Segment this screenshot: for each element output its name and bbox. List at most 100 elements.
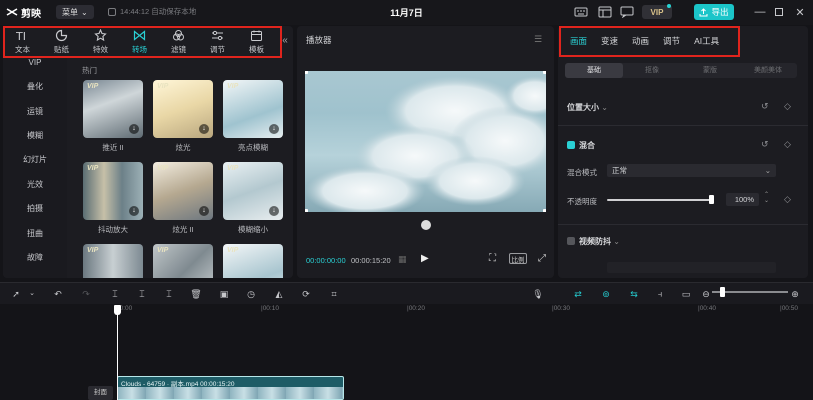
property-subtab[interactable]: 基础 [565, 63, 623, 78]
transition-thumbnail[interactable]: VIP ↓ [83, 80, 143, 138]
opacity-slider-handle[interactable] [709, 195, 714, 204]
tab-sticker[interactable]: 贴纸 [42, 26, 81, 58]
linkage-icon[interactable]: ⇆ [626, 288, 642, 300]
download-icon[interactable]: ↓ [269, 206, 279, 216]
feedback-icon[interactable] [620, 6, 634, 19]
download-icon[interactable]: ↓ [199, 124, 209, 134]
transition-thumbnail[interactable]: VIP ↓ [153, 162, 213, 220]
opacity-input[interactable]: 100% [726, 193, 759, 206]
download-icon[interactable]: ↓ [269, 124, 279, 134]
category-item[interactable]: VIP [3, 58, 67, 67]
split-right-icon[interactable]: ⌶ [163, 288, 175, 300]
fullscreen-icon[interactable]: ⤢ [538, 253, 546, 264]
mirror-icon[interactable]: ◭ [273, 288, 285, 300]
keyframe-icon[interactable]: ◇ [784, 101, 791, 112]
property-tab[interactable]: 变速 [594, 26, 625, 56]
shortcut-icon[interactable] [574, 6, 588, 18]
property-subtab[interactable]: 蒙版 [681, 63, 739, 78]
stabilize-select[interactable] [607, 262, 776, 273]
download-icon[interactable]: ↓ [129, 206, 139, 216]
split-preview-icon[interactable]: ⫞ [654, 288, 666, 300]
blend-checkbox[interactable] [567, 141, 575, 149]
menu-icon[interactable]: ☰ [534, 34, 542, 45]
crop-icon[interactable]: ⌗ [328, 288, 340, 300]
close-button[interactable]: ✕ [792, 4, 808, 20]
transition-thumbnail[interactable]: VIP ↓ [83, 162, 143, 220]
chevron-down-icon[interactable]: ⌄ [26, 288, 38, 300]
split-icon[interactable]: ⌶ [109, 288, 121, 300]
category-item[interactable]: 幻灯片 [3, 154, 67, 165]
microphone-icon[interactable]: 🎙 [532, 288, 544, 300]
transition-thumbnail[interactable]: VIP ↓ [223, 162, 283, 220]
reset-icon[interactable]: ↺ [761, 101, 769, 112]
blend-mode-select[interactable]: 正常 ⌄ [607, 164, 776, 177]
playhead[interactable] [117, 305, 118, 400]
stabilize-checkbox[interactable] [567, 237, 575, 245]
stabilize-title[interactable]: 视频防抖 ⌄ [579, 236, 620, 247]
transition-thumbnail[interactable]: VIP ↓ [223, 80, 283, 138]
maximize-button[interactable] [771, 4, 787, 20]
link-main-track-icon[interactable]: ⇄ [570, 288, 586, 300]
category-item[interactable]: 拍摄 [3, 203, 67, 214]
property-tab[interactable]: 动画 [625, 26, 656, 56]
ratio-button[interactable]: 比例 [509, 253, 527, 264]
layout-icon[interactable] [598, 6, 612, 18]
freeze-icon[interactable]: ▣ [218, 288, 230, 300]
tab-template[interactable]: 模板 [237, 26, 276, 58]
category-item[interactable]: 故障 [3, 252, 67, 263]
resize-handle[interactable] [543, 71, 546, 74]
resize-handle[interactable] [543, 209, 546, 212]
category-item[interactable]: 运镜 [3, 106, 67, 117]
select-tool-icon[interactable]: ➚ [10, 288, 22, 300]
zoom-in-icon[interactable]: ⊕ [789, 288, 801, 300]
transition-thumbnail[interactable]: VIP ↓ [153, 80, 213, 138]
category-item[interactable]: 叠化 [3, 81, 67, 92]
minimize-button[interactable]: — [752, 4, 768, 20]
keyframe-icon[interactable]: ◇ [784, 194, 791, 205]
property-subtab[interactable]: 美颜美体 [739, 63, 797, 78]
undo-icon[interactable]: ↶ [52, 288, 64, 300]
property-tab[interactable]: 画面 [563, 26, 594, 56]
transition-thumbnail[interactable]: VIP [223, 244, 283, 278]
play-button[interactable]: ▶ [421, 253, 429, 264]
reverse-icon[interactable]: ◷ [245, 288, 257, 300]
rotate-handle[interactable] [421, 220, 431, 230]
zoom-out-icon[interactable]: ⊖ [700, 288, 712, 300]
fit-icon[interactable]: ⛶ [489, 253, 496, 264]
property-tab[interactable]: 调节 [656, 26, 687, 56]
magnet-icon[interactable]: ⊚ [598, 288, 614, 300]
opacity-slider[interactable] [607, 199, 711, 201]
cover-button[interactable]: 封面 [88, 386, 113, 400]
transition-thumbnail[interactable]: VIP [83, 244, 143, 278]
resize-handle[interactable] [305, 71, 308, 74]
opacity-stepper[interactable]: ⌃ ⌄ [764, 192, 769, 204]
split-left-icon[interactable]: ⌶ [136, 288, 148, 300]
grid-icon[interactable]: ▦ [398, 254, 407, 265]
delete-icon[interactable]: 🗑 [190, 288, 202, 300]
reset-icon[interactable]: ↺ [761, 139, 769, 150]
video-preview[interactable] [305, 71, 546, 212]
property-subtab[interactable]: 抠像 [623, 63, 681, 78]
collapse-panel-button[interactable]: « [279, 35, 291, 47]
redo-icon[interactable]: ↷ [80, 288, 92, 300]
category-item[interactable]: 模糊 [3, 130, 67, 141]
tab-adjust[interactable]: 调节 [198, 26, 237, 58]
property-tab[interactable]: AI工具 [687, 26, 726, 56]
tab-filter[interactable]: 滤镜 [159, 26, 198, 58]
download-icon[interactable]: ↓ [129, 124, 139, 134]
preview-axis-icon[interactable]: ▭ [680, 288, 692, 300]
resize-handle[interactable] [305, 209, 308, 212]
position-size-title[interactable]: 位置大小 ⌄ [567, 102, 608, 113]
rotate-icon[interactable]: ⟳ [300, 288, 312, 300]
tab-transition[interactable]: 转场 [120, 26, 159, 58]
menu-button[interactable]: 菜单 ⌄ [56, 5, 94, 19]
category-item[interactable]: 扭曲 [3, 228, 67, 239]
tab-text[interactable]: TI 文本 [3, 26, 42, 58]
video-clip[interactable]: Clouds - 64759 · 副本.mp4 00:00:15:20 [117, 376, 344, 400]
tab-effects[interactable]: 特效 [81, 26, 120, 58]
transition-thumbnail[interactable]: VIP [153, 244, 213, 278]
export-button[interactable]: 导出 [694, 4, 734, 20]
download-icon[interactable]: ↓ [199, 206, 209, 216]
zoom-slider-handle[interactable] [720, 287, 725, 297]
category-item[interactable]: 光效 [3, 179, 67, 190]
